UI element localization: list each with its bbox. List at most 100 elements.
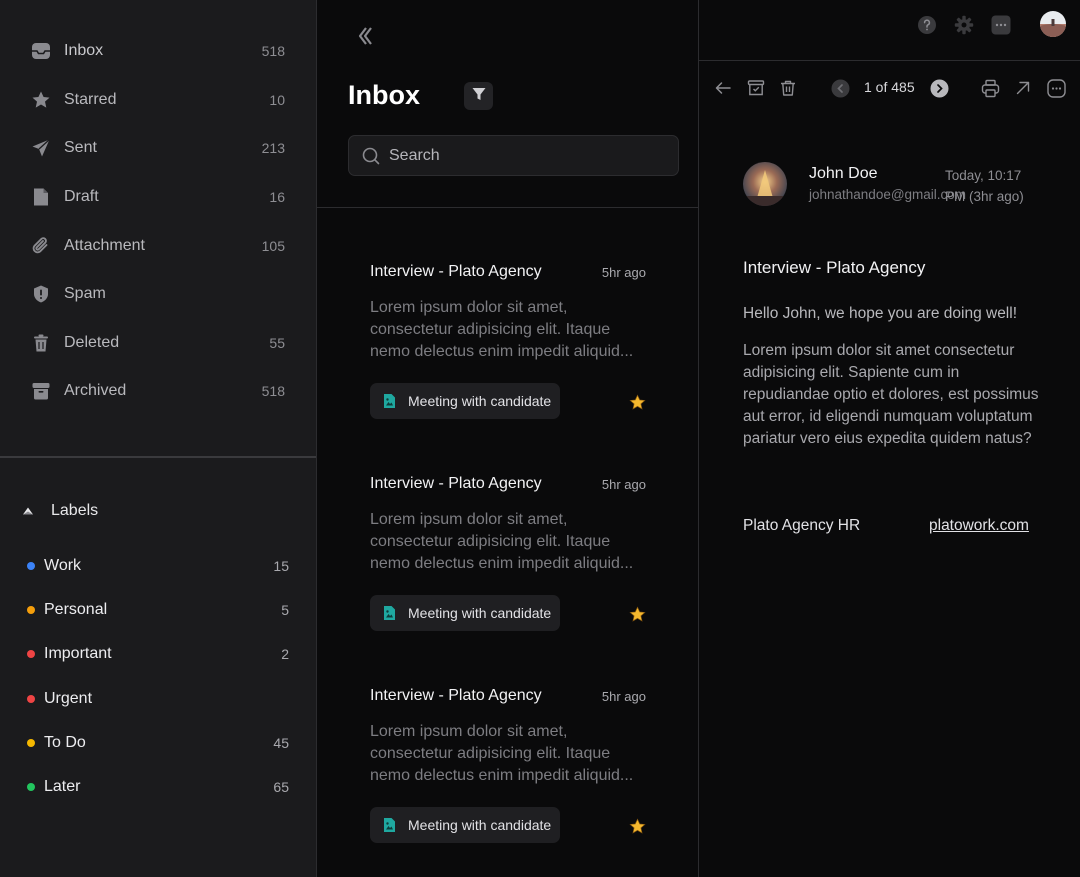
filter-button[interactable] <box>464 82 493 110</box>
folder-count: 518 <box>261 383 285 400</box>
trash-icon[interactable] <box>778 78 798 98</box>
label-count: 45 <box>273 734 289 751</box>
label-color-dot <box>27 738 35 747</box>
attachment-chip-label: Meeting with candidate <box>408 605 552 621</box>
help-icon[interactable] <box>916 14 938 36</box>
trash-icon <box>31 333 51 353</box>
folder-count: 213 <box>261 140 285 157</box>
folder-label: Sent <box>64 139 97 157</box>
folder-count: 105 <box>261 237 285 254</box>
attachment-chip[interactable]: Meeting with candidate <box>370 383 561 419</box>
mail-preview: Lorem ipsum dolor sit amet, consectetur … <box>370 299 634 360</box>
star-icon[interactable] <box>628 817 646 835</box>
triangle-up-icon <box>21 504 35 518</box>
search-icon <box>362 147 380 165</box>
archive-box-icon[interactable] <box>746 78 766 98</box>
label-name: Personal <box>44 601 108 619</box>
mail-preview: Lorem ipsum dolor sit amet, consectetur … <box>370 511 634 572</box>
folder-list: Inbox 518 Starred 10 Sent 213 Draft 16 A… <box>0 27 316 416</box>
attachment-chip[interactable]: Meeting with candidate <box>370 807 561 843</box>
search-box[interactable] <box>348 135 679 176</box>
printer-icon[interactable] <box>980 78 1000 98</box>
label-item-later[interactable]: Later 65 <box>0 765 316 809</box>
avatar[interactable] <box>1040 11 1066 37</box>
arrow-left-icon[interactable] <box>713 78 733 98</box>
sidebar-item-archived[interactable]: Archived 518 <box>0 367 316 416</box>
mail-subject-heading: Interview - Plato Agency <box>743 258 926 277</box>
label-count: 5 <box>281 602 289 619</box>
label-name: Work <box>44 557 82 575</box>
label-item-work[interactable]: Work 15 <box>0 544 316 588</box>
mail-greeting: Hello John, we hope you are doing well! <box>743 305 1018 322</box>
folder-count: 10 <box>269 91 285 108</box>
sender-name: John Doe <box>809 165 878 182</box>
sidebar-divider <box>0 456 316 458</box>
draft-icon <box>31 187 51 207</box>
sidebar-item-sent[interactable]: Sent 213 <box>0 124 316 173</box>
arrow-up-right-icon[interactable] <box>1013 78 1033 98</box>
mail-time: 5hr ago <box>601 265 646 280</box>
label-item-urgent[interactable]: Urgent <box>0 677 316 721</box>
double-chevron-left-icon <box>357 26 375 51</box>
label-name: Important <box>44 645 112 663</box>
pagination-text: 1 of 485 <box>864 79 915 95</box>
mail-preview: Lorem ipsum dolor sit amet, consectetur … <box>370 723 634 784</box>
label-color-dot <box>27 694 35 703</box>
sidebar: Inbox 518 Starred 10 Sent 213 Draft 16 A… <box>0 0 317 877</box>
shield-icon <box>31 284 51 304</box>
label-item-todo[interactable]: To Do 45 <box>0 721 316 765</box>
folder-count: 16 <box>269 189 285 206</box>
search-input[interactable] <box>389 146 669 165</box>
label-color-dot <box>27 650 35 659</box>
attachment-chip-label: Meeting with candidate <box>408 817 552 833</box>
folder-label: Draft <box>64 188 99 206</box>
send-icon <box>31 138 51 158</box>
attachment-chip[interactable]: Meeting with candidate <box>370 595 561 631</box>
chevron-left-circle-icon[interactable] <box>830 78 850 98</box>
sidebar-item-attachment[interactable]: Attachment 105 <box>0 221 316 270</box>
mail-date: Today, 10:17 PM (3hr ago) <box>945 168 1024 204</box>
labels-toggle[interactable]: Labels <box>21 502 98 520</box>
inbox-icon <box>31 41 51 61</box>
label-color-dot <box>27 783 35 792</box>
sender-email: johnathandoe@gmail.com <box>809 187 967 202</box>
label-list: Work 15 Personal 5 Important 2 Urgent To… <box>0 544 316 809</box>
label-color-dot <box>27 562 35 571</box>
label-item-important[interactable]: Important 2 <box>0 632 316 676</box>
label-count: 2 <box>281 646 289 663</box>
star-icon <box>31 90 51 110</box>
sidebar-item-inbox[interactable]: Inbox 518 <box>0 27 316 76</box>
label-item-personal[interactable]: Personal 5 <box>0 588 316 632</box>
folder-label: Archived <box>64 382 127 400</box>
label-name: To Do <box>44 733 86 751</box>
label-name: Later <box>44 778 81 796</box>
mail-signature: Plato Agency HR <box>743 517 861 534</box>
attachment-chip-label: Meeting with candidate <box>408 393 552 409</box>
image-file-icon <box>382 817 396 833</box>
sidebar-item-starred[interactable]: Starred 10 <box>0 76 316 125</box>
star-icon[interactable] <box>628 393 646 411</box>
mail-time: 5hr ago <box>601 477 646 492</box>
more-options-icon[interactable] <box>990 14 1012 36</box>
image-file-icon <box>382 605 396 621</box>
mail-time: 5hr ago <box>601 689 646 704</box>
labels-heading: Labels <box>51 502 99 519</box>
mail-detail-pane: 1 of 485 John Doe johnathandoe@gmail.com… <box>699 0 1080 877</box>
sidebar-item-spam[interactable]: Spam <box>0 270 316 319</box>
folder-label: Spam <box>64 285 106 303</box>
list-divider <box>317 207 698 208</box>
folder-label: Starred <box>64 90 117 108</box>
paperclip-icon <box>31 236 51 256</box>
sidebar-item-draft[interactable]: Draft 16 <box>0 173 316 222</box>
label-count: 65 <box>273 779 289 796</box>
gear-icon[interactable] <box>953 14 975 36</box>
label-name: Urgent <box>44 689 93 707</box>
website-link[interactable]: platowork.com <box>929 517 1029 535</box>
archive-icon <box>31 381 51 401</box>
chevron-right-circle-icon[interactable] <box>929 78 949 98</box>
sidebar-item-deleted[interactable]: Deleted 55 <box>0 319 316 368</box>
star-icon[interactable] <box>628 605 646 623</box>
image-file-icon <box>382 393 396 409</box>
more-options-icon[interactable] <box>1046 78 1066 98</box>
collapse-sidebar-button[interactable] <box>355 26 377 50</box>
